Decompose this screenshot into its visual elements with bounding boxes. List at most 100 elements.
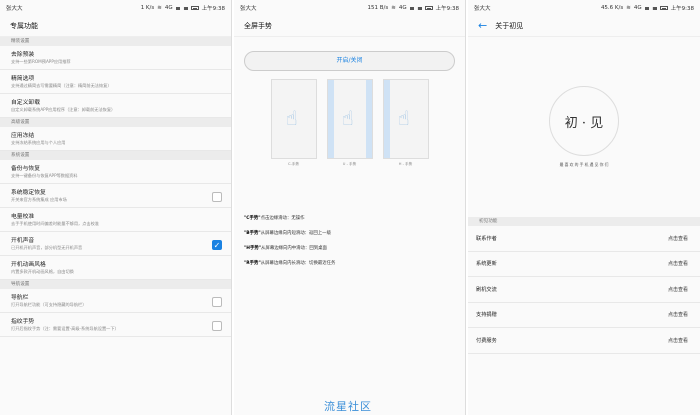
about-screen: 张大大 45.6 K/s ≋ 4G 上午9:38 ← 关于初见 初 · 见 最 …	[468, 0, 700, 415]
settings-item[interactable]: 开机声音 已开机开机声音，部分机型无开机声音 ✓	[0, 232, 231, 256]
item-title: 去除预装	[11, 52, 35, 58]
row-action[interactable]: 点击查看	[668, 235, 688, 242]
wifi-icon: ≋	[157, 4, 162, 11]
gesture-text: 从屏幕边缘向内中滑动：回到桌面	[261, 246, 327, 251]
item-title: 备份与恢复	[11, 166, 40, 172]
settings-item[interactable]: 系统稳定恢复 开关来官方系统集成 应用市场	[0, 184, 231, 208]
gesture-text: 从屏幕边缘向内短滑动：返回上一级	[260, 231, 331, 236]
gesture-key: "R手势"	[244, 261, 261, 266]
settings-item[interactable]: 应用冻结 支持冻结系统应用与个人应用	[0, 127, 231, 151]
settings-item[interactable]: 备份与恢复 支持一键备份与恢复APP等数据资料	[0, 160, 231, 184]
settings-item[interactable]: 精简选项 支持通过精简去写需要精简（注意：精简前无法恢复）	[0, 70, 231, 94]
gesture-text: 点击边缘滑动：无操作	[260, 216, 305, 221]
gesture-illustrations: ☝ C-手势 ☝ U - 手势 ☝ H - 手势	[234, 79, 465, 167]
item-title: 自定义卸载	[11, 100, 40, 106]
gesture-description: "R手势"从屏幕边缘向内长滑动：切换最近任务	[244, 256, 465, 271]
item-title: 开机动画风格	[11, 262, 46, 268]
gesture-description: "B手势"从屏幕边缘向内短滑动：返回上一级	[244, 226, 465, 241]
gesture-illustration-c: ☝ C-手势	[270, 79, 317, 167]
item-title: 电量校准	[11, 214, 35, 220]
section-header: 精装设置	[0, 37, 231, 46]
about-link-row[interactable]: 支持捐赠 点击查看	[468, 302, 700, 328]
item-description: 支持通过精简去写需要精简（注意：精简前无法恢复）	[11, 83, 112, 88]
settings-list: 精装设置 去除预装 支持一些第ROM预APP应用推荐 精简选项 支持通过精简去写需要精简…	[0, 37, 231, 337]
item-description: 支持一键备份与恢复APP等数据资料	[11, 173, 78, 178]
hand-swipe-icon: ☝	[341, 106, 354, 130]
checkbox[interactable]	[212, 297, 222, 307]
item-title: 精简选项	[11, 76, 35, 82]
settings-item[interactable]: 导航栏 打开导航栏功能（可支持隐藏的导航栏）	[0, 289, 231, 313]
section-header: 初见功能	[468, 217, 700, 226]
item-title: 导航栏	[11, 295, 29, 301]
battery-icon	[659, 5, 668, 10]
about-link-row[interactable]: 系统更新 点击查看	[468, 251, 700, 277]
carrier-label: 张大大	[240, 5, 257, 12]
about-link-row[interactable]: 付费服务 点击查看	[468, 328, 700, 354]
carrier-label: 张大大	[474, 5, 491, 12]
battery-icon	[424, 5, 433, 10]
signal-icon	[409, 6, 422, 10]
row-label: 支持捐赠	[476, 312, 497, 319]
network-label: 4G	[164, 4, 173, 11]
about-link-row[interactable]: 刷机交流 点击查看	[468, 277, 700, 303]
item-description: 去手手机使用时间偏差时能量不够用，点击校准	[11, 221, 99, 226]
clock: 上午9:38	[201, 5, 225, 12]
item-description: 已开机开机声音，部分机型无开机声音	[11, 245, 83, 250]
about-link-row[interactable]: 联系作者 点击查看	[468, 226, 700, 252]
clock: 上午9:38	[435, 5, 459, 12]
network-label: 4G	[398, 4, 407, 11]
app-logo: 初 · 见	[549, 86, 619, 156]
item-description: 打开后指纹手势（注：需要设置-高级-系统导航设置一下）	[11, 326, 119, 331]
gesture-toggle-button[interactable]: 开启/关闭	[244, 51, 455, 71]
gesture-illustration-u: ☝ U - 手势	[326, 79, 373, 167]
page-title: 全屏手势	[234, 15, 465, 37]
checkbox[interactable]	[212, 321, 222, 331]
page-title: 专属功能	[0, 15, 231, 37]
item-title: 指纹手势	[11, 319, 35, 325]
row-action[interactable]: 点击查看	[668, 286, 688, 293]
status-bar: 张大大 151 B/s ≋ 4G 上午9:38	[234, 0, 465, 15]
gesture-description: "C手势"点击边缘滑动：无操作	[244, 211, 465, 226]
settings-item[interactable]: 去除预装 支持一些第ROM预APP应用推荐	[0, 46, 231, 70]
page-title: 关于初见	[495, 21, 524, 30]
checkbox[interactable]	[212, 192, 222, 202]
item-description: 打开导航栏功能（可支持隐藏的导航栏）	[11, 302, 87, 307]
net-speed: 45.6 K/s	[600, 4, 624, 11]
row-label: 付费服务	[476, 337, 497, 344]
gesture-description: "H手势"从屏幕边缘向内中滑动：回到桌面	[244, 241, 465, 256]
settings-item[interactable]: 自定义卸载 自定义卸载系统APP应用程序（注意：卸载前无法恢复）	[0, 94, 231, 118]
settings-item[interactable]: 指纹手势 打开后指纹手势（注：需要设置-高级-系统导航设置一下）	[0, 313, 231, 337]
gesture-text: 从屏幕边缘向内长滑动：切换最近任务	[260, 261, 336, 266]
slogan: 最 喜 欢 的 手 机 遇 见 你 们	[559, 162, 609, 167]
net-speed: 151 B/s	[367, 4, 389, 11]
gesture-key: "H手势"	[244, 246, 262, 251]
row-action[interactable]: 点击查看	[668, 311, 688, 318]
gesture-key: "C手势"	[244, 216, 261, 221]
page-header: ← 关于初见	[468, 15, 700, 37]
row-label: 系统更新	[476, 261, 497, 268]
item-description: 开关来官方系统集成 应用市场	[11, 197, 67, 202]
carrier-label: 张大大	[6, 5, 23, 12]
special-features-screen: 张大大 1 K/s ≋ 4G 上午9:38 专属功能 精装设置 去除预装 支持一些第…	[0, 0, 232, 415]
row-action[interactable]: 点击查看	[668, 260, 688, 267]
section-header: 系统设置	[0, 151, 231, 160]
watermark-text: 流星社区	[324, 400, 372, 413]
gesture-illustration-h: ☝ H - 手势	[382, 79, 429, 167]
fullscreen-gesture-screen: 张大大 151 B/s ≋ 4G 上午9:38 全屏手势 开启/关闭 ☝ C-手…	[234, 0, 466, 415]
status-bar: 张大大 1 K/s ≋ 4G 上午9:38	[0, 0, 231, 15]
section-header: 导航设置	[0, 280, 231, 289]
about-link-list: 联系作者 点击查看 系统更新 点击查看 刷机交流 点击查看 支持捐赠 点击查看 付费服务 点击查看	[468, 226, 700, 354]
battery-icon	[190, 5, 199, 10]
wifi-icon: ≋	[626, 4, 631, 11]
gesture-key: "B手势"	[244, 231, 261, 236]
illustration-caption: U - 手势	[342, 162, 357, 166]
row-label: 刷机交流	[476, 286, 497, 293]
row-label: 联系作者	[476, 235, 497, 242]
checkbox-checked[interactable]: ✓	[212, 240, 222, 250]
settings-item[interactable]: 开机动画风格 内置多款开机动画风格，自由切换	[0, 256, 231, 280]
row-action[interactable]: 点击查看	[668, 337, 688, 344]
item-description: 支持一些第ROM预APP应用推荐	[11, 59, 71, 64]
back-arrow-icon[interactable]: ←	[478, 19, 487, 32]
settings-item[interactable]: 电量校准 去手手机使用时间偏差时能量不够用，点击校准	[0, 208, 231, 232]
wifi-icon: ≋	[391, 4, 396, 11]
